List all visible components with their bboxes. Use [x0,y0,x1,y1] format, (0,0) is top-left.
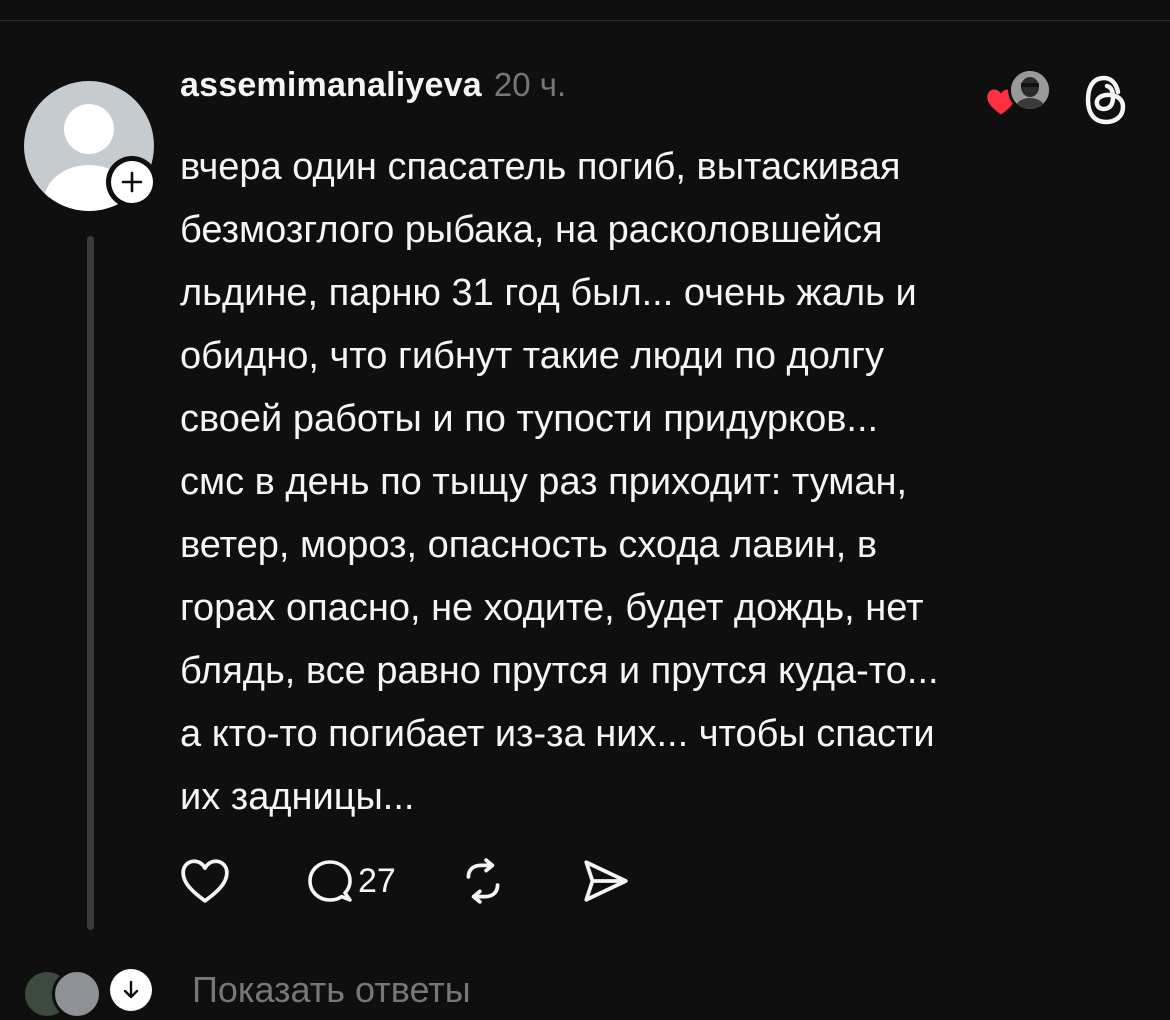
timestamp: 20 ч. [493,66,567,103]
liker-avatar [1008,68,1052,112]
liked-by-author[interactable] [986,68,1058,116]
post-actions: 27 [180,856,630,906]
thread-line [87,236,94,930]
plus-icon [121,171,143,193]
reply-avatars [22,965,162,1019]
repost-icon [466,858,500,904]
top-divider [0,20,1170,21]
heart-outline-icon [181,859,229,903]
expand-replies-button[interactable] [106,965,156,1015]
follow-button[interactable] [106,156,158,208]
show-replies-row[interactable]: Показать ответы [22,960,471,1020]
post-text: вчера один спасатель погиб, вытаскивая б… [180,146,939,818]
share-button[interactable] [580,858,630,904]
comment-count: 27 [358,861,396,900]
post-header: assemimanaliyeva 20 ч. [180,66,566,122]
like-button[interactable] [180,858,230,904]
comment-button[interactable]: 27 [306,858,396,904]
username[interactable]: assemimanaliyeva [180,66,482,105]
comment-bubble-icon [308,860,352,902]
repost-button[interactable] [458,858,508,904]
reply-avatar [52,969,102,1019]
send-icon [584,860,628,902]
arrow-down-icon [123,980,139,999]
threads-logo-icon[interactable] [1080,72,1132,128]
